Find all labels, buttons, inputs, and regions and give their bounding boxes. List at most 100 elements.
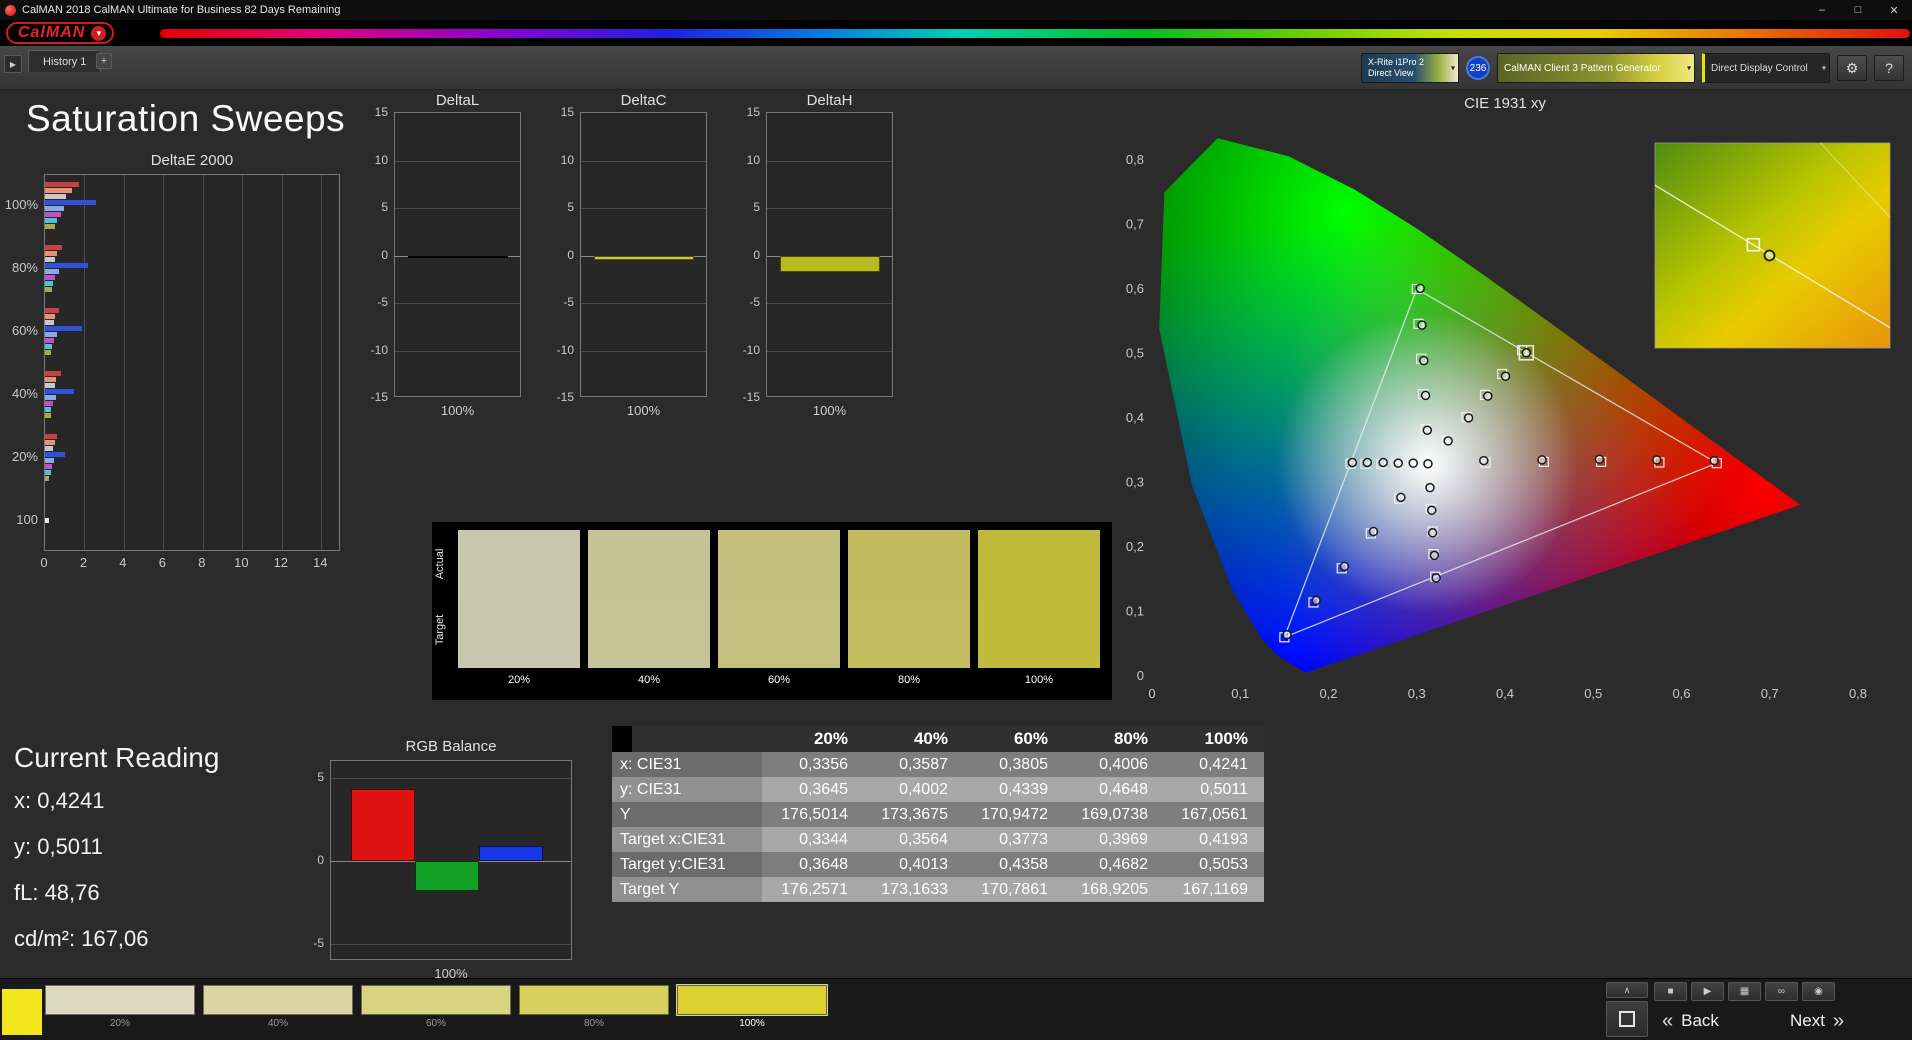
- settings-button[interactable]: ⚙: [1837, 55, 1867, 81]
- y-tick-label: 0: [317, 853, 324, 867]
- deltae-bar: [45, 212, 61, 218]
- deltae-bar: [45, 275, 55, 281]
- table-row-label: Y: [612, 802, 762, 827]
- measured-marker: [1378, 457, 1388, 468]
- measured-marker: [1479, 455, 1489, 466]
- bottom-bar: 20% 40% 60% 80% 100% ∧ ■ ▶ ▦ ∞ ◉ « Back Next…: [0, 978, 1912, 1040]
- pattern-grid-button[interactable]: ▦: [1728, 982, 1761, 1001]
- y-tick-label: -15: [742, 390, 760, 404]
- infinity-icon: ∞: [1777, 986, 1786, 997]
- table-row-label: Target y:CIE31: [612, 852, 762, 877]
- mini-x-label: 100%: [626, 403, 661, 418]
- display-control-selector[interactable]: Direct Display Control ▾: [1702, 53, 1830, 83]
- deltae-bar: [45, 332, 57, 338]
- cie-y-tick: 0,2: [1126, 539, 1144, 554]
- swatch-column-label: 80%: [897, 674, 921, 686]
- calman-logo[interactable]: CalMAN ▾: [6, 22, 115, 44]
- deltal-bar: [407, 255, 508, 258]
- cie-y-tick: 0: [1137, 668, 1144, 683]
- table-cell: 176,5014: [781, 806, 848, 823]
- deltae-bar: [45, 388, 74, 394]
- table-cell: 0,4648: [1099, 781, 1148, 798]
- deltae-bar: [45, 406, 51, 412]
- table-cell: 0,3969: [1099, 831, 1148, 848]
- mini-chart-title: DeltaC: [620, 92, 667, 109]
- y-tick-label: 5: [753, 200, 760, 214]
- table-cell: 0,3564: [899, 831, 948, 848]
- gridline: [395, 350, 520, 352]
- close-button[interactable]: ✕: [1876, 0, 1912, 20]
- deltae-bar: [45, 251, 57, 257]
- mini-plot-area: [394, 112, 521, 397]
- deltae-bar: [45, 206, 64, 212]
- x-tick-label: 10: [234, 555, 249, 570]
- view-button[interactable]: ◉: [1802, 982, 1835, 1001]
- back-button[interactable]: « Back: [1662, 1005, 1719, 1037]
- cie-inset-panel: [1654, 142, 1891, 349]
- meter-line1: X-Rite i1Pro 2: [1368, 56, 1425, 67]
- y-group-label: 60%: [11, 323, 38, 339]
- gridline: [767, 160, 892, 162]
- add-tab-button[interactable]: +: [96, 53, 112, 69]
- measured-marker: [1443, 436, 1453, 446]
- measured-marker: [1422, 425, 1433, 436]
- rgb-balance-chart: RGB Balance 5 0 -5 100%: [300, 738, 582, 981]
- saturation-swatch-60%[interactable]: 60%: [361, 985, 511, 1037]
- chevron-up-icon: ∧: [1623, 984, 1631, 995]
- minimize-button[interactable]: –: [1804, 0, 1840, 20]
- table-cell: 0,5053: [1199, 856, 1248, 873]
- current-color-patch: [2, 989, 42, 1035]
- y-tick-label: 0: [753, 247, 760, 262]
- swatch-chip: [361, 985, 511, 1015]
- swatch-chip: [676, 984, 828, 1016]
- pattern-generator-selector[interactable]: CalMAN Client 3 Pattern Generator ▾: [1497, 53, 1695, 83]
- swatch-label: 20%: [109, 1018, 130, 1029]
- deltae-bar: [45, 445, 53, 451]
- maximize-button[interactable]: □: [1840, 0, 1876, 20]
- logo-dropdown-icon[interactable]: ▾: [91, 25, 107, 41]
- stop-button[interactable]: ■: [1654, 982, 1687, 1001]
- deltae-bar: [45, 376, 56, 382]
- deltae-bar: [45, 344, 52, 350]
- y-group-label: 20%: [11, 448, 38, 464]
- meter-selector[interactable]: X-Rite i1Pro 2 Direct View ▾: [1361, 53, 1459, 83]
- stop-icon: ■: [1667, 986, 1674, 997]
- gridline: [767, 208, 892, 209]
- history-expand-icon[interactable]: ▶: [4, 55, 22, 73]
- chevron-down-icon: ▾: [1686, 63, 1691, 73]
- saturation-swatch-100%[interactable]: 100%: [676, 984, 828, 1037]
- continuous-measure-button[interactable]: ∞: [1765, 982, 1798, 1001]
- chevron-right-icon: »: [1832, 1009, 1845, 1032]
- table-row: Target x:CIE31 0,3344 0,3564 0,3773 0,3969 0,…: [612, 827, 1264, 852]
- mini-plot-area: [580, 112, 707, 397]
- table-cell: 0,4002: [899, 781, 948, 798]
- saturation-swatch-40%[interactable]: 40%: [203, 985, 353, 1037]
- cie-y-tick: 0,6: [1126, 281, 1144, 296]
- table-cell: 0,3356: [799, 756, 848, 773]
- cie-x-tick: 0,3: [1408, 686, 1426, 701]
- actual-swatch: [588, 530, 710, 599]
- saturation-swatch-80%[interactable]: 80%: [519, 985, 669, 1037]
- measured-marker: [1347, 457, 1358, 468]
- measured-marker: [1521, 348, 1532, 358]
- deltae-bar: [45, 224, 55, 230]
- deltae-bar: [45, 326, 83, 332]
- table-header-cell: 80%: [1113, 729, 1148, 748]
- saturation-swatch-20%[interactable]: 20%: [45, 985, 195, 1037]
- pattern-window-button[interactable]: [1606, 1001, 1648, 1037]
- swatch-column-label: 40%: [637, 674, 661, 686]
- deltae-bar: [45, 314, 55, 320]
- next-button[interactable]: Next »: [1790, 1005, 1844, 1037]
- gridline: [281, 175, 283, 550]
- deltae-bar: [45, 463, 52, 469]
- help-button[interactable]: ?: [1874, 55, 1904, 81]
- target-row-label: Target: [434, 614, 446, 646]
- green-bar: [415, 861, 479, 891]
- current-reading-cdm2: cd/m²: 167,06: [14, 926, 149, 951]
- current-reading-x: x: 0,4241: [14, 788, 105, 813]
- measured-marker: [1425, 482, 1435, 493]
- play-button[interactable]: ▶: [1691, 982, 1724, 1001]
- scroll-up-button[interactable]: ∧: [1606, 982, 1648, 998]
- measured-marker: [1427, 505, 1437, 515]
- tab-history-1[interactable]: History 1: [28, 50, 102, 72]
